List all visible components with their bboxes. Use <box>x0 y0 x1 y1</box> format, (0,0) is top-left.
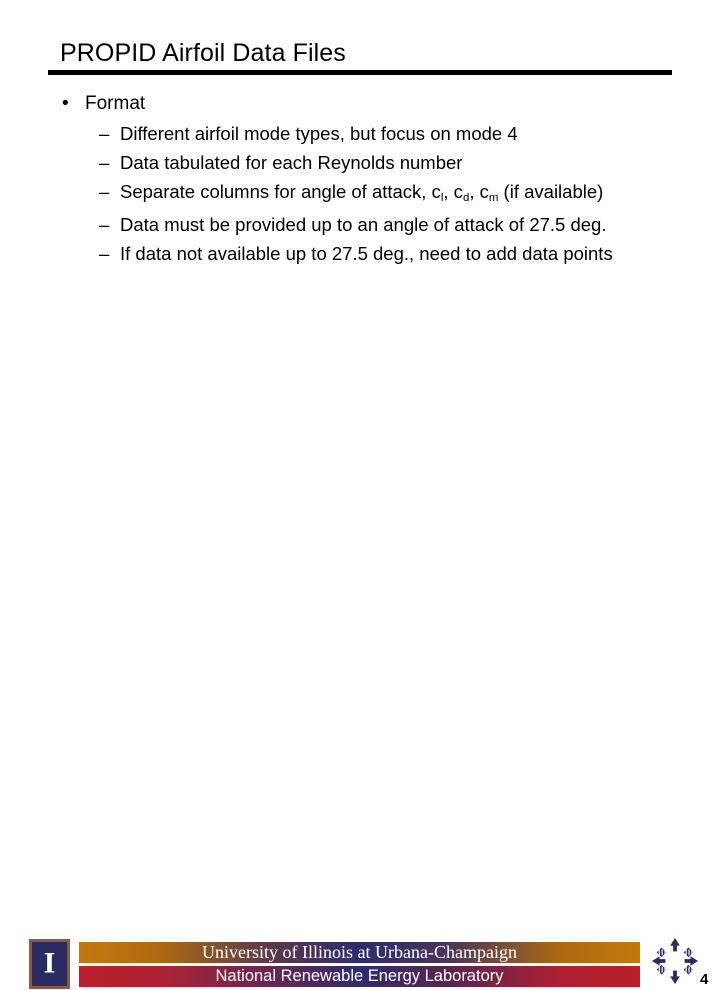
bullet-level2-coefficients: – Separate columns for angle of attack, … <box>48 177 672 210</box>
bullet-text: Data must be provided up to an angle of … <box>120 214 607 235</box>
bullet-text-rich: Separate columns for angle of attack, cl… <box>120 181 604 205</box>
block-i-letter: I <box>43 946 56 980</box>
page-title: PROPID Airfoil Data Files <box>60 39 346 67</box>
slide-footer: I University of Illinois at Urbana-Champ… <box>0 466 720 989</box>
banner-band-bottom: National Renewable Energy Laboratory <box>79 966 640 987</box>
banner-laboratory-name: National Renewable Energy Laboratory <box>215 967 504 985</box>
bullet-marker-dash: – <box>99 214 110 235</box>
bullet-marker-dash: – <box>99 243 110 264</box>
bullet-marker-dash: – <box>99 152 110 173</box>
banner-band-top: University of Illinois at Urbana-Champai… <box>79 942 640 963</box>
bullet-marker-dot: • <box>62 93 69 114</box>
coefficient-subscript: d <box>462 192 470 205</box>
nrel-compass-logo <box>651 937 699 985</box>
bullet-marker-dash: – <box>99 123 110 144</box>
page-number: 4 <box>700 971 709 988</box>
bullet-level2: – Data tabulated for each Reynolds numbe… <box>48 148 672 177</box>
bullet-level2: – Data must be provided up to an angle o… <box>48 210 672 239</box>
bullet-text: Different airfoil mode types, but focus … <box>120 123 518 144</box>
footer-gradient-banner: University of Illinois at Urbana-Champai… <box>79 942 640 987</box>
bullet-level1: • Format <box>48 90 672 118</box>
bullet-marker-dash: – <box>99 181 110 202</box>
bullet-level2: – If data not available up to 27.5 deg.,… <box>48 239 672 268</box>
bullet-level2: – Different airfoil mode types, but focu… <box>48 119 672 148</box>
slide-body: • Format – Different airfoil mode types,… <box>48 90 672 268</box>
coefficient-subscript: l <box>440 192 444 205</box>
bullet-text: If data not available up to 27.5 deg., n… <box>120 243 613 264</box>
block-i-field: I <box>32 942 67 986</box>
bullet-text: Data tabulated for each Reynolds number <box>120 152 463 173</box>
university-of-illinois-block-i-logo: I <box>29 939 70 989</box>
banner-university-name: University of Illinois at Urbana-Champai… <box>202 942 517 962</box>
coefficient-subscript: m <box>488 192 499 205</box>
title-underline-rule <box>48 70 672 75</box>
bullet-text: Format <box>85 93 146 114</box>
